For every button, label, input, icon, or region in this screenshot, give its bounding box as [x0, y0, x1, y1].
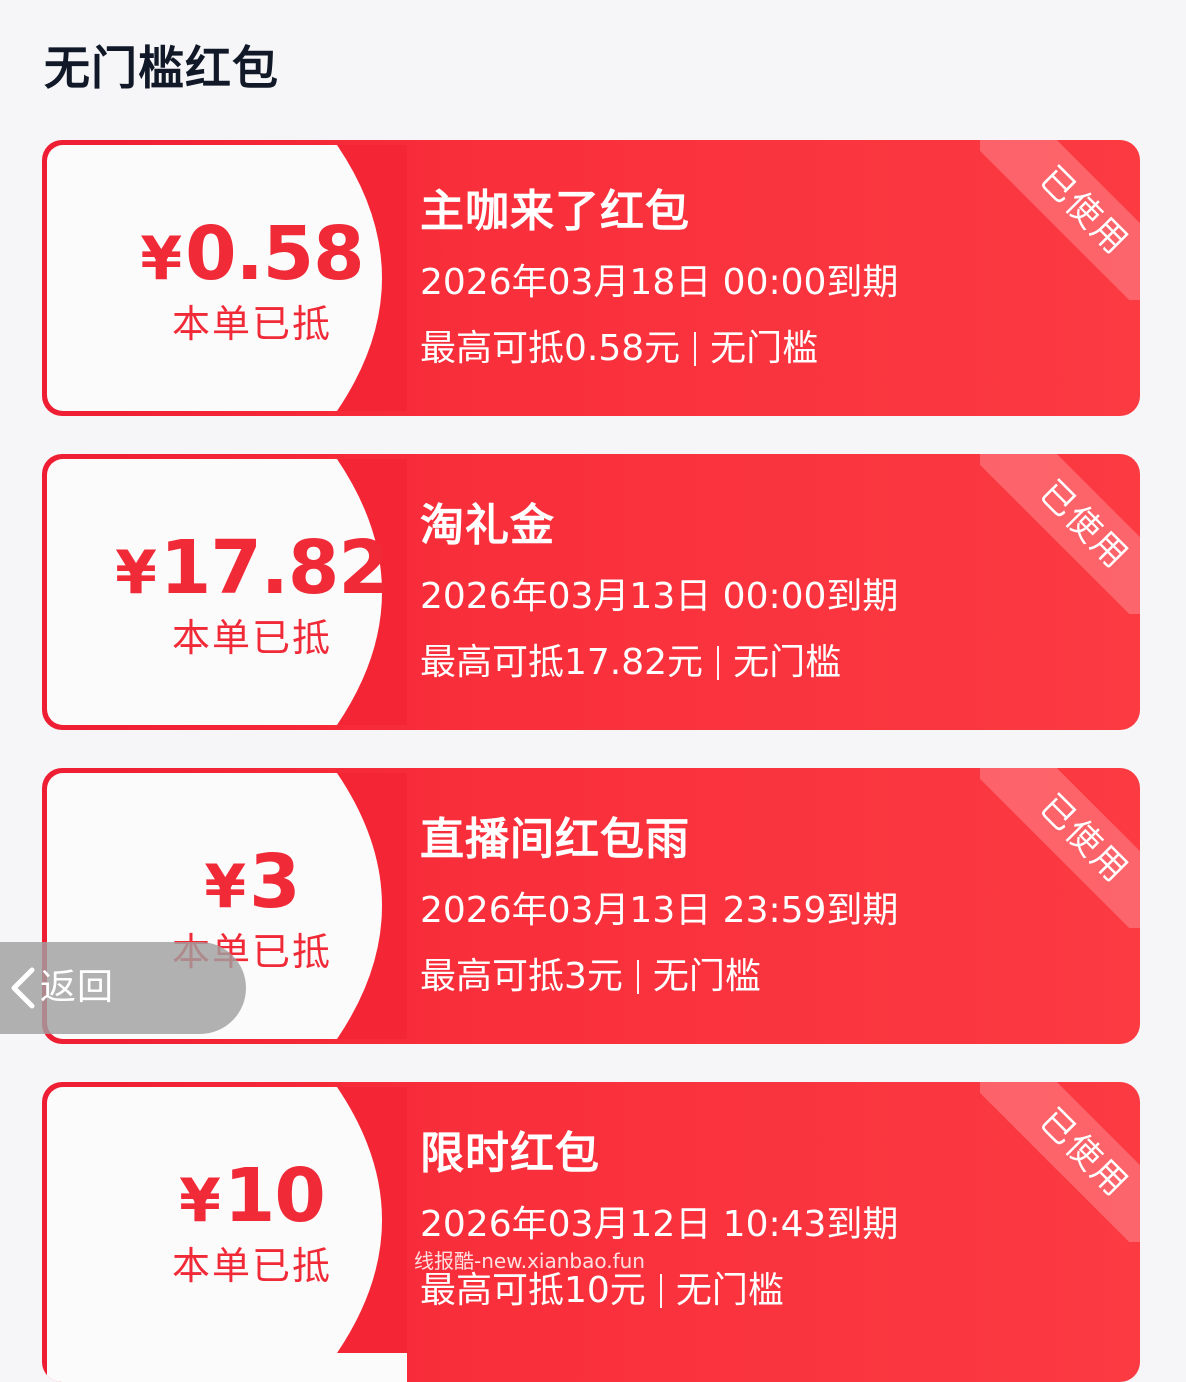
divider [659, 1274, 662, 1308]
coupon-limit: 最高可抵0.58元 无门槛 [420, 328, 819, 369]
divider [694, 332, 697, 366]
status-badge: 已使用 [980, 1082, 1140, 1242]
coupon-expire: 2026年03月13日 23:59到期 [420, 890, 899, 931]
coupon-expire: 2026年03月18日 00:00到期 [420, 262, 899, 303]
coupon-expire: 2026年03月13日 00:00到期 [420, 576, 899, 617]
used-ribbon: 已使用 [980, 140, 1140, 300]
used-ribbon: 已使用 [980, 454, 1140, 614]
status-badge: 已使用 [980, 768, 1140, 928]
coupon-name: 主咖来了红包 [420, 186, 690, 237]
coupon-name: 直播间红包雨 [420, 814, 690, 865]
divider [636, 960, 639, 994]
status-badge: 已使用 [980, 140, 1140, 300]
coupon-expire: 2026年03月12日 10:43到期 [420, 1204, 899, 1245]
coupon-name: 限时红包 [420, 1128, 600, 1179]
status-badge: 已使用 [980, 454, 1140, 614]
coupon-deducted-label: 本单已抵 [171, 302, 332, 346]
coupon-name: 淘礼金 [420, 500, 555, 551]
used-ribbon: 已使用 [980, 768, 1140, 928]
coupon-card[interactable]: ¥17.82 本单已抵 淘礼金 2026年03月13日 00:00到期 最高可抵… [42, 454, 1140, 730]
watermark: 线报酷-new.xianbao.fun [414, 1249, 645, 1273]
coupon-limit: 最高可抵3元 无门槛 [420, 956, 761, 997]
coupon-deducted-label: 本单已抵 [171, 616, 332, 660]
coupon-amount: ¥3 [204, 839, 300, 925]
coupon-amount: ¥0.58 [140, 211, 364, 297]
divider [717, 646, 720, 680]
page-title: 无门槛红包 [44, 41, 279, 95]
back-button-label: 返回 [40, 967, 115, 1008]
back-button[interactable]: 返回 [0, 942, 246, 1034]
used-ribbon: 已使用 [980, 1082, 1140, 1242]
coupon-card[interactable]: ¥10 本单已抵 限时红包 2026年03月12日 10:43到期 最高可抵10… [42, 1082, 1140, 1382]
coupon-amount: ¥17.82 [115, 525, 390, 611]
coupon-limit: 最高可抵17.82元 无门槛 [420, 642, 842, 683]
coupon-amount: ¥10 [179, 1153, 326, 1239]
coupon-deducted-label: 本单已抵 [171, 1244, 332, 1288]
coupon-card[interactable]: ¥0.58 本单已抵 主咖来了红包 2026年03月18日 00:00到期 最高… [42, 140, 1140, 416]
